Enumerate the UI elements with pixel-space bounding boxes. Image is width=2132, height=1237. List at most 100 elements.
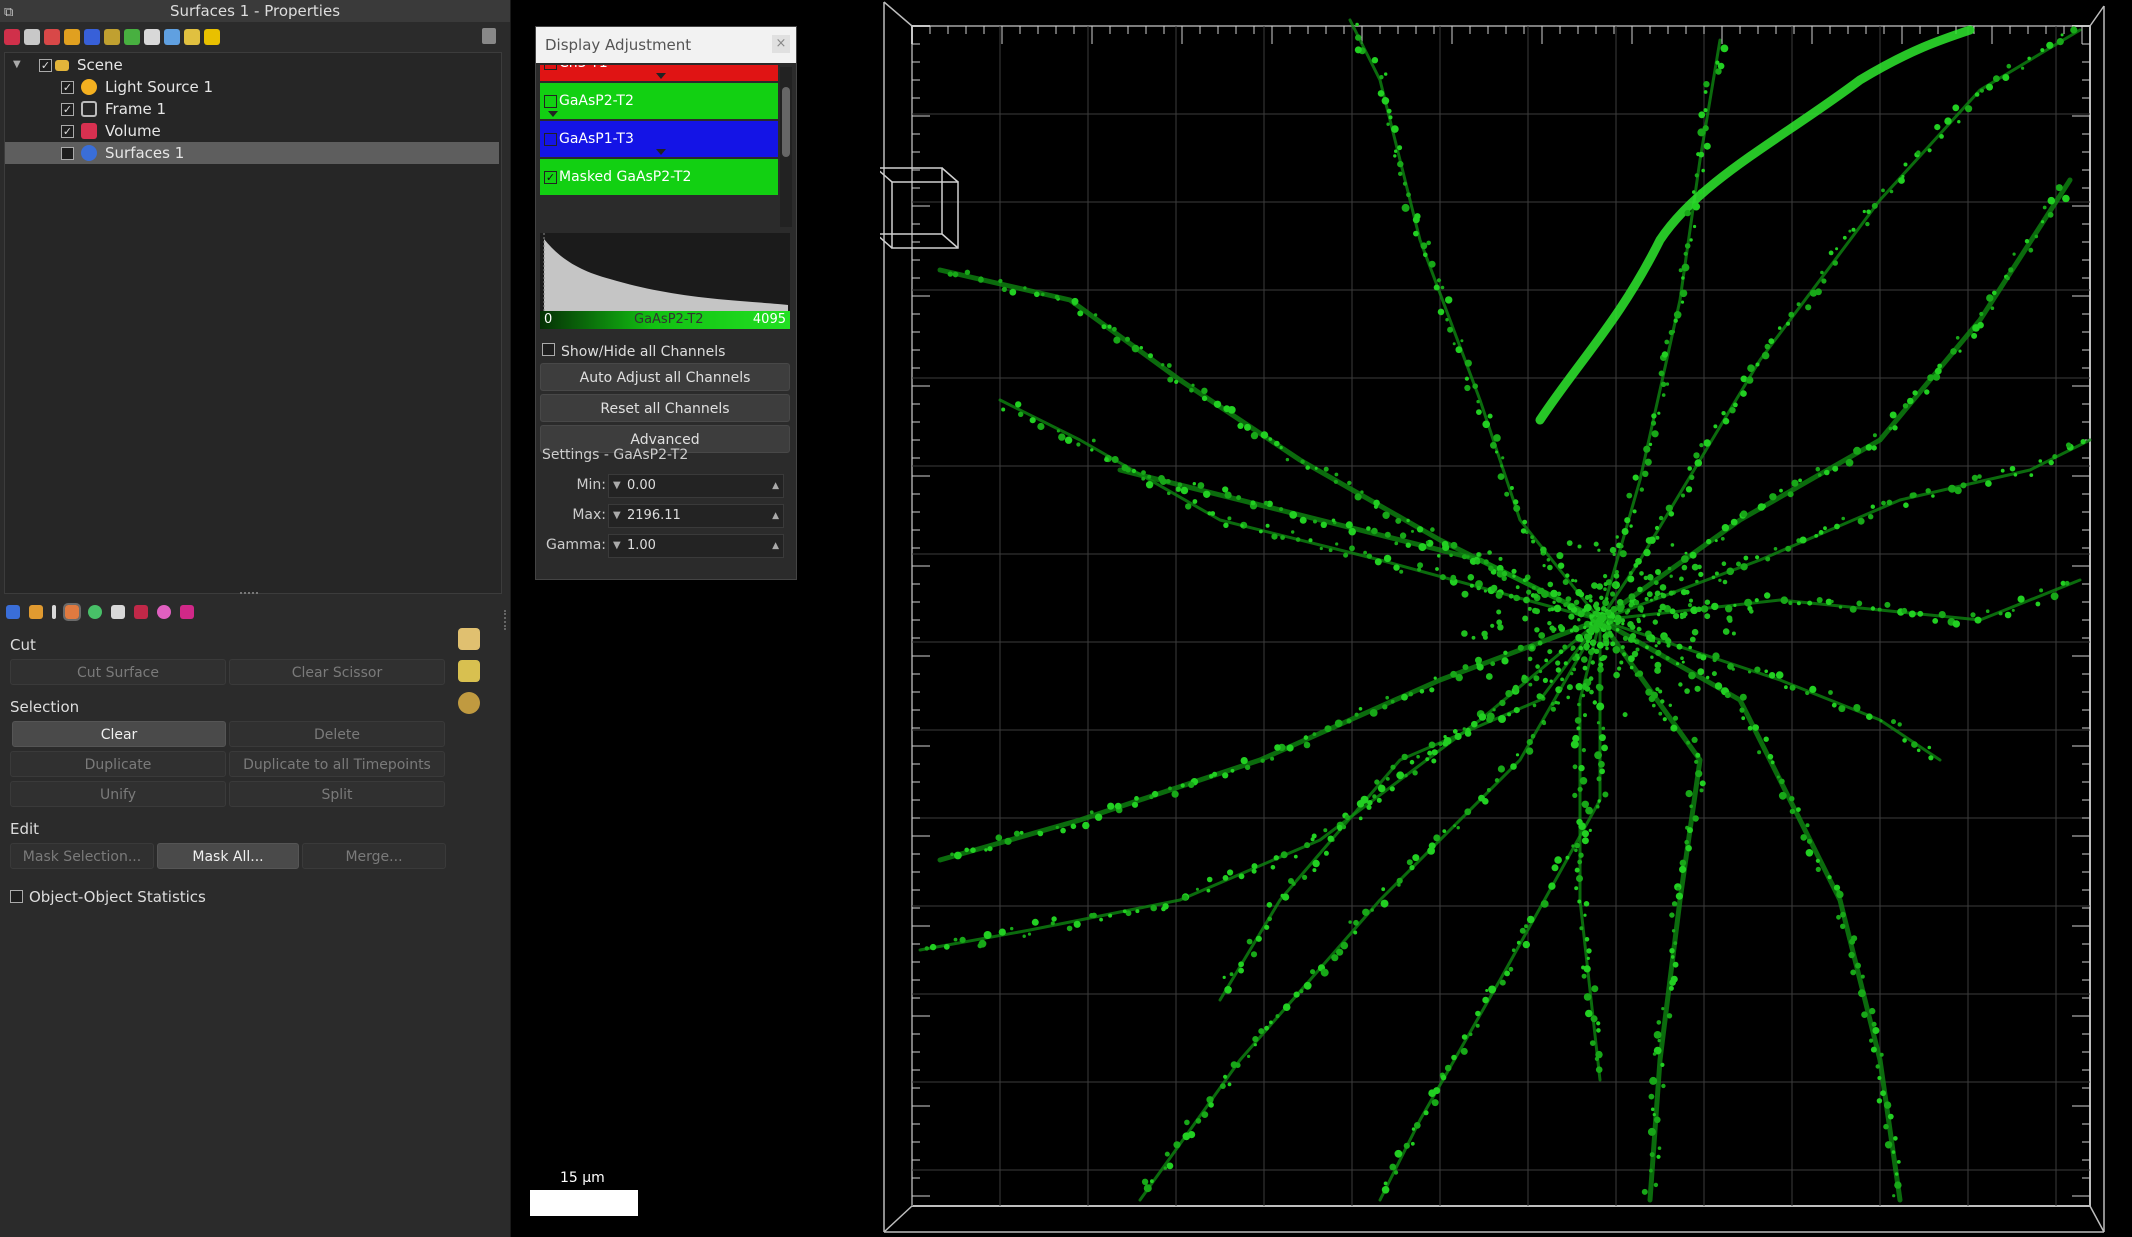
reset-all-channels-button[interactable]: Reset all Channels [540, 394, 790, 422]
trash-icon[interactable] [482, 28, 496, 44]
min-spinbox[interactable]: ▼ 0.00 ▲ [608, 474, 784, 498]
add-group-folder-icon[interactable] [204, 29, 220, 45]
add-spots-icon[interactable] [64, 29, 80, 45]
pointer-mode-icon[interactable] [458, 660, 480, 682]
restore-window-icon[interactable]: ⧉ [4, 2, 13, 24]
channel-row[interactable]: GaAsP1-T3 [540, 121, 778, 157]
tree-item-label: Frame 1 [105, 100, 167, 118]
panel-grip[interactable] [504, 610, 509, 630]
channel-max-marker[interactable] [656, 149, 666, 155]
show-hide-all-channels-option[interactable]: Show/Hide all Channels [542, 343, 725, 360]
channel-scrollbar[interactable] [780, 67, 792, 227]
spin-up-icon[interactable]: ▲ [772, 475, 779, 497]
settings-tab-icon[interactable] [29, 605, 43, 619]
unify-button[interactable]: Unify [10, 781, 226, 807]
clear-scissor-button[interactable]: Clear Scissor [229, 659, 445, 685]
scale-bar [530, 1190, 638, 1216]
channel-row[interactable]: ✓ Masked GaAsP2-T2 [540, 159, 778, 195]
channel-row[interactable]: GaAsP2-T2 [540, 83, 778, 119]
channel-checkbox[interactable] [544, 95, 557, 108]
spin-up-icon[interactable]: ▲ [772, 535, 779, 557]
selection-section-label: Selection [10, 698, 80, 716]
dropdown-arrow-icon[interactable]: ▼ [613, 505, 621, 527]
channel-row[interactable]: Ch3-T1 [540, 65, 778, 81]
filter-tab-icon[interactable] [111, 605, 125, 619]
add-frame-icon[interactable] [24, 29, 40, 45]
split-button[interactable]: Split [229, 781, 445, 807]
channel-checkbox[interactable] [544, 65, 557, 70]
scale-bar-label: 15 µm [560, 1170, 605, 1186]
object-object-statistics-checkbox[interactable] [10, 890, 23, 903]
edit-pencil-tab-icon[interactable] [52, 605, 56, 619]
3d-viewport[interactable] [880, 0, 2132, 1237]
surfaces-checkbox[interactable] [61, 147, 74, 160]
histogram-color-bar[interactable]: 0 GaAsP2-T2 4095 [540, 311, 790, 329]
display-adjustment-panel: Display Adjustment × Ch3-T1 GaAsP2-T2 Ga… [535, 26, 797, 580]
edit-tab-icon[interactable] [63, 603, 81, 621]
duplicate-button[interactable]: Duplicate [10, 751, 226, 777]
splitter-handle[interactable] [240, 592, 258, 598]
dropdown-arrow-icon[interactable]: ▼ [613, 475, 621, 497]
neuron-signal [918, 18, 2092, 1203]
channel-name: GaAsP2-T2 [559, 93, 634, 109]
channel-min-marker[interactable] [548, 111, 558, 117]
add-volume-icon[interactable] [4, 29, 20, 45]
add-surfaces-icon[interactable] [84, 29, 100, 45]
show-hide-all-checkbox[interactable] [542, 343, 555, 356]
tree-item-surfaces[interactable]: Surfaces 1 [5, 142, 499, 164]
delete-button[interactable]: Delete [229, 721, 445, 747]
surface-mode-icon[interactable] [458, 628, 480, 650]
creation-tab-icon[interactable] [6, 605, 20, 619]
volume-rendering[interactable] [880, 0, 2132, 1237]
light-source-checkbox[interactable]: ✓ [61, 81, 74, 94]
tree-item-volume[interactable]: ✓ Volume [5, 120, 499, 142]
tree-item-light-source[interactable]: ✓ Light Source 1 [5, 76, 499, 98]
orientation-cube[interactable] [880, 167, 959, 249]
mask-all-button[interactable]: Mask All... [157, 843, 299, 869]
auto-adjust-all-channels-button[interactable]: Auto Adjust all Channels [540, 363, 790, 391]
channel-list: Ch3-T1 GaAsP2-T2 GaAsP1-T3 ✓ Masked GaAs… [540, 65, 778, 225]
display-adjustment-title: Display Adjustment × [536, 27, 796, 63]
channel-name: GaAsP1-T3 [559, 131, 634, 147]
channel-checkbox[interactable] [544, 133, 557, 146]
colocalization-tab-icon[interactable] [157, 605, 171, 619]
channel-checkbox[interactable]: ✓ [544, 171, 557, 184]
rotate-mode-icon[interactable] [458, 692, 480, 714]
add-scissors-icon[interactable] [184, 29, 200, 45]
tree-item-frame[interactable]: ✓ Frame 1 [5, 98, 499, 120]
gamma-spinbox[interactable]: ▼ 1.00 ▲ [608, 534, 784, 558]
duplicate-to-all-timepoints-button[interactable]: Duplicate to all Timepoints [229, 751, 445, 777]
clear-button[interactable]: Clear [12, 721, 226, 747]
frame-checkbox[interactable]: ✓ [61, 103, 74, 116]
close-icon[interactable]: × [772, 35, 790, 53]
max-spinbox[interactable]: ▼ 2196.11 ▲ [608, 504, 784, 528]
color-tab-icon[interactable] [88, 605, 102, 619]
bounding-box-frame [883, 1, 2105, 1233]
folder-icon [55, 60, 69, 71]
channel-max-marker[interactable] [656, 73, 666, 79]
object-object-statistics-option[interactable]: Object-Object Statistics [10, 888, 206, 906]
statistics-tab-icon[interactable] [134, 605, 148, 619]
add-cells-icon[interactable] [104, 29, 120, 45]
add-clipping-icon[interactable] [44, 29, 60, 45]
volume-checkbox[interactable]: ✓ [61, 125, 74, 138]
tools-tab-icon[interactable] [180, 605, 194, 619]
mask-selection-button[interactable]: Mask Selection... [10, 843, 154, 869]
spin-up-icon[interactable]: ▲ [772, 505, 779, 527]
tree-item-label: Scene [77, 56, 123, 74]
scene-checkbox[interactable]: ✓ [39, 59, 52, 72]
cut-section-label: Cut [10, 636, 36, 654]
cut-surface-button[interactable]: Cut Surface [10, 659, 226, 685]
add-reference-frame-icon[interactable] [164, 29, 180, 45]
tree-item-scene[interactable]: ▼ ✓ Scene [5, 54, 499, 76]
gamma-label: Gamma: [546, 537, 606, 553]
gamma-value: 1.00 [627, 538, 656, 553]
scrollbar-thumb[interactable] [782, 87, 790, 157]
expand-arrow-icon[interactable]: ▼ [13, 54, 21, 76]
max-label: Max: [572, 507, 606, 523]
dropdown-arrow-icon[interactable]: ▼ [613, 535, 621, 557]
merge-button[interactable]: Merge... [302, 843, 446, 869]
add-filaments-icon[interactable] [124, 29, 140, 45]
window-title: ⧉ Surfaces 1 - Properties [0, 0, 510, 22]
add-measurement-icon[interactable] [144, 29, 160, 45]
